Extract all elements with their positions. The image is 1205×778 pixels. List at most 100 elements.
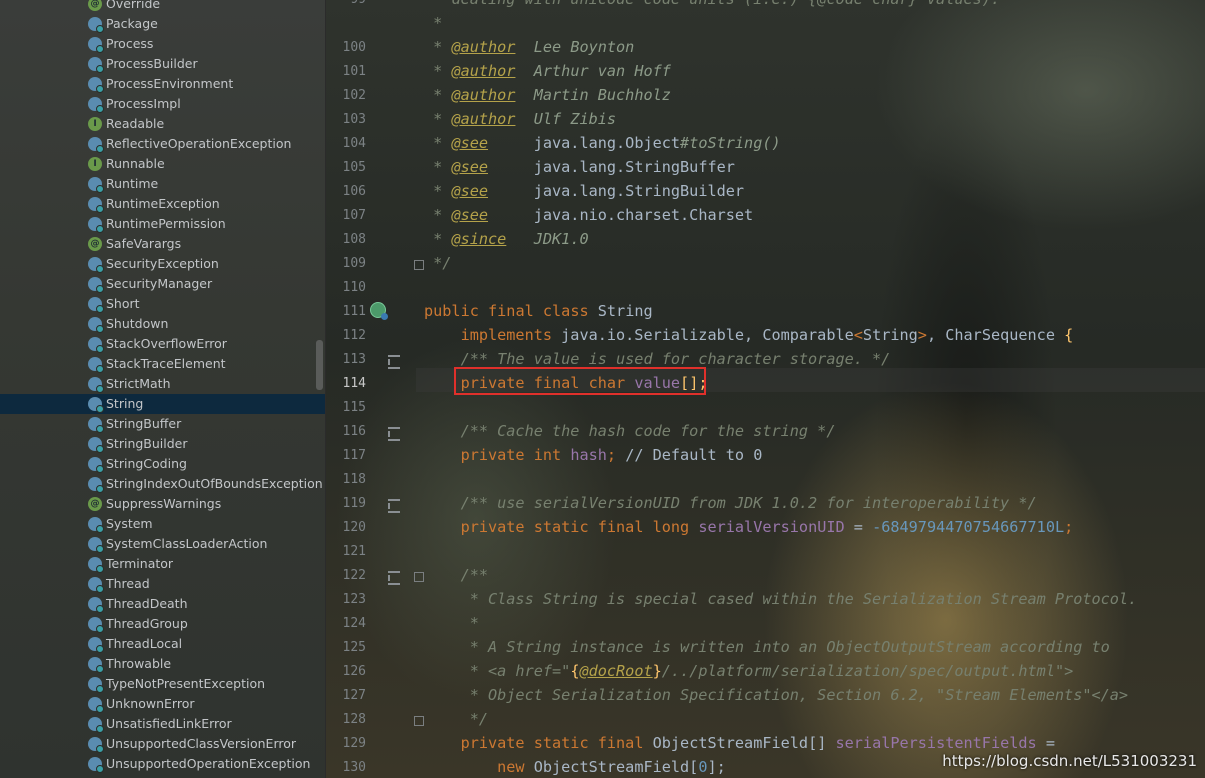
code-line-130[interactable]: new ObjectStreamField[0];	[424, 758, 726, 776]
code-token: ObjectStreamField[	[533, 758, 699, 776]
tree-item-throwable[interactable]: Throwable	[0, 654, 325, 674]
tree-item-system[interactable]: System	[0, 514, 325, 534]
code-line-116[interactable]: /** Cache the hash code for the string *…	[424, 422, 836, 440]
code-line-102[interactable]: * @author Martin Buchholz	[424, 86, 671, 104]
doc-comment-gutter-icon[interactable]	[388, 355, 400, 369]
code-token: *	[424, 206, 452, 224]
tree-item-unknownerror[interactable]: UnknownError	[0, 694, 325, 714]
tree-item-stackoverflowerror[interactable]: StackOverflowError	[0, 334, 325, 354]
code-line-127[interactable]: * Object Serialization Specification, Se…	[424, 686, 1128, 704]
tree-item-safevarargs[interactable]: @ SafeVarargs	[0, 234, 325, 254]
tree-item-threaddeath[interactable]: ThreadDeath	[0, 594, 325, 614]
tree-item-stringindexoutofboundsexception[interactable]: StringIndexOutOfBoundsException	[0, 474, 325, 494]
doc-comment-gutter-icon[interactable]	[388, 427, 400, 441]
line-number: 100	[342, 40, 366, 55]
code-line-100[interactable]: * @author Lee Boynton	[424, 38, 634, 56]
code-line-122[interactable]: /**	[424, 566, 488, 584]
tree-item-label: UnsatisfiedLinkError	[106, 716, 232, 731]
tree-item-processenvironment[interactable]: ProcessEnvironment	[0, 74, 325, 94]
class-icon	[88, 17, 104, 33]
tree-item-thread[interactable]: Thread	[0, 574, 325, 594]
tree-item-label: SafeVarargs	[106, 236, 182, 251]
tree-item-suppresswarnings[interactable]: @ SuppressWarnings	[0, 494, 325, 514]
tree-item-threadlocal[interactable]: ThreadLocal	[0, 634, 325, 654]
tree-item-unsatisfiedlinkerror[interactable]: UnsatisfiedLinkError	[0, 714, 325, 734]
doc-comment-gutter-icon[interactable]	[388, 571, 400, 585]
class-icon	[88, 297, 104, 313]
code-line-126[interactable]: * <a href="{@docRoot}/../platform/serial…	[424, 662, 1074, 680]
tree-item-strictmath[interactable]: StrictMath	[0, 374, 325, 394]
tree-item-label: SecurityException	[106, 256, 219, 271]
code-line-105[interactable]: * @see java.lang.StringBuffer	[424, 158, 735, 176]
tree-item-label: System	[106, 516, 153, 531]
tree-item-stringcoding[interactable]: StringCoding	[0, 454, 325, 474]
line-number: 117	[342, 448, 366, 463]
tree-item-package[interactable]: Package	[0, 14, 325, 34]
tree-item-processbuilder[interactable]: ProcessBuilder	[0, 54, 325, 74]
class-icon	[88, 77, 104, 93]
tree-item-systemclassloaderaction[interactable]: SystemClassLoaderAction	[0, 534, 325, 554]
code-line-129[interactable]: private static final ObjectStreamField[]…	[424, 734, 1055, 752]
code-editor[interactable]: 99 100 101 102 103 104 105 106 107 108 109 110 111 11…	[326, 0, 1205, 778]
code-line-124[interactable]: *	[424, 614, 479, 632]
code-line-119[interactable]: /** use serialVersionUID from JDK 1.0.2 …	[424, 494, 1037, 512]
code-line-109[interactable]: */	[424, 254, 451, 272]
code-line-108[interactable]: * @since JDK1.0	[424, 230, 588, 248]
code-line-117[interactable]: private int hash; // Default to 0	[424, 446, 763, 464]
tree-item-securityexception[interactable]: SecurityException	[0, 254, 325, 274]
tree-item-typenotpresentexception[interactable]: TypeNotPresentException	[0, 674, 325, 694]
code-line-99[interactable]: * dealing with unicode code units (i.e.)…	[424, 0, 1000, 8]
tree-item-runtime[interactable]: Runtime	[0, 174, 325, 194]
tree-item-label: SystemClassLoaderAction	[106, 536, 268, 551]
tree-item-runtimeexception[interactable]: RuntimeException	[0, 194, 325, 214]
code-line-103[interactable]: * @author Ulf Zibis	[424, 110, 616, 128]
tree-item-short[interactable]: Short	[0, 294, 325, 314]
tree-item-runnable[interactable]: I Runnable	[0, 154, 325, 174]
code-line-125[interactable]: * A String instance is written into an O…	[424, 638, 1110, 656]
code-line-cont[interactable]: *	[424, 14, 442, 32]
tree-item-label: Process	[106, 36, 154, 51]
code-token: *	[424, 38, 452, 56]
line-number: 112	[342, 328, 366, 343]
tree-item-securitymanager[interactable]: SecurityManager	[0, 274, 325, 294]
code-token: dealing with unicode code units (i.e.) {…	[451, 0, 1000, 8]
fold-toggle-icon[interactable]	[414, 572, 424, 582]
doc-comment-gutter-icon[interactable]	[388, 499, 400, 513]
code-line-104[interactable]: * @see java.lang.Object#toString()	[424, 134, 781, 152]
tree-item-stringbuilder[interactable]: StringBuilder	[0, 434, 325, 454]
project-tree: @ Override Package Process ProcessBuilder Pro…	[0, 0, 326, 778]
class-icon	[88, 597, 104, 613]
tree-scrollbar[interactable]	[316, 340, 323, 390]
tree-item-shutdown[interactable]: Shutdown	[0, 314, 325, 334]
code-line-107[interactable]: * @see java.nio.charset.Charset	[424, 206, 753, 224]
code-line-101[interactable]: * @author Arthur van Hoff	[424, 62, 671, 80]
code-token: >	[917, 326, 927, 344]
tree-item-processimpl[interactable]: ProcessImpl	[0, 94, 325, 114]
tree-item-stringbuffer[interactable]: StringBuffer	[0, 414, 325, 434]
code-line-112[interactable]: implements java.io.Serializable, Compara…	[424, 326, 1074, 344]
code-line-106[interactable]: * @see java.lang.StringBuilder	[424, 182, 744, 200]
code-line-128[interactable]: */	[424, 710, 488, 728]
tree-item-unsupportedclassversionerror[interactable]: UnsupportedClassVersionError	[0, 734, 325, 754]
class-icon	[88, 457, 104, 473]
tree-item-reflectiveoperationexception[interactable]: ReflectiveOperationException	[0, 134, 325, 154]
class-icon	[88, 277, 104, 293]
tree-item-readable[interactable]: I Readable	[0, 114, 325, 134]
code-line-123[interactable]: * Class String is special cased within t…	[424, 590, 1138, 608]
code-line-111[interactable]: public final class String	[424, 302, 653, 320]
tree-item-threadgroup[interactable]: ThreadGroup	[0, 614, 325, 634]
tree-item-terminator[interactable]: Terminator	[0, 554, 325, 574]
line-number: 106	[342, 184, 366, 199]
tree-item-unsupportedoperationexception[interactable]: UnsupportedOperationException	[0, 754, 325, 774]
code-line-113[interactable]: /** The value is used for character stor…	[424, 350, 891, 368]
tree-item-runtimepermission[interactable]: RuntimePermission	[0, 214, 325, 234]
tree-item-label: ThreadGroup	[106, 616, 188, 631]
implemented-class-gutter-icon[interactable]	[370, 302, 388, 320]
tree-item-string[interactable]: String	[0, 394, 325, 414]
tree-item-override[interactable]: @ Override	[0, 0, 325, 14]
fold-toggle-icon[interactable]	[414, 716, 424, 726]
fold-toggle-icon[interactable]	[414, 260, 424, 270]
tree-item-process[interactable]: Process	[0, 34, 325, 54]
code-line-120[interactable]: private static final long serialVersionU…	[424, 518, 1074, 536]
tree-item-stacktraceelement[interactable]: StackTraceElement	[0, 354, 325, 374]
